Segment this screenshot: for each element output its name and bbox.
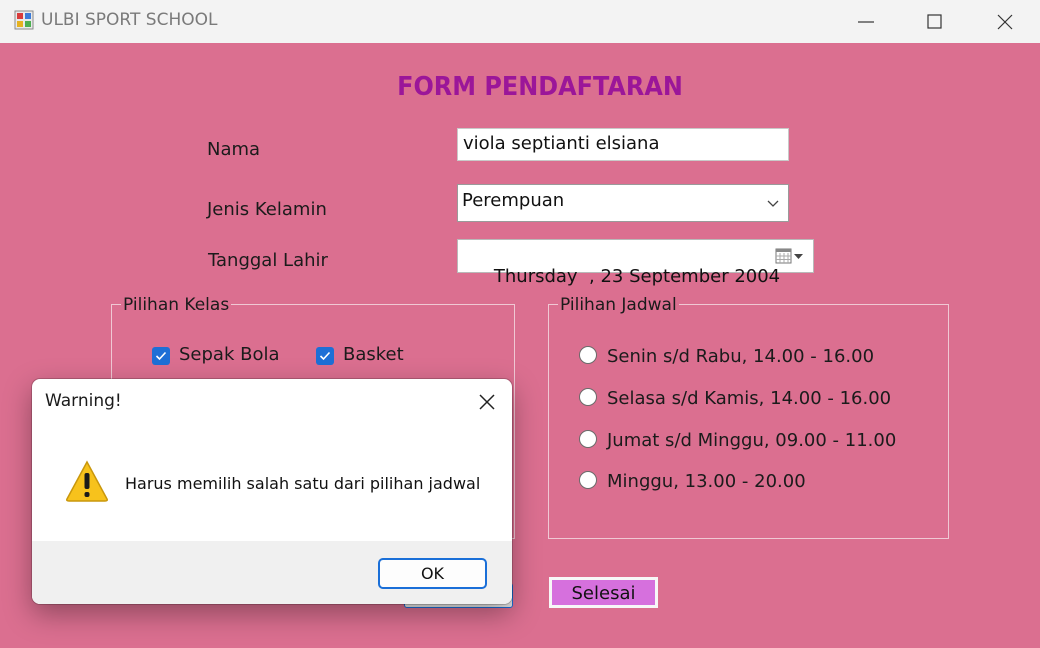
jadwal-option-label[interactable]: Selasa s/d Kamis, 14.00 - 16.00	[607, 388, 891, 409]
warning-icon	[66, 460, 108, 502]
sepak-bola-checkbox[interactable]	[152, 347, 170, 365]
pilihan-jadwal-group	[548, 304, 949, 539]
nama-label: Nama	[207, 139, 261, 160]
jadwal-option-label[interactable]: Senin s/d Rabu, 14.00 - 16.00	[607, 346, 874, 367]
checkmark-icon	[155, 351, 167, 361]
checkmark-icon	[319, 351, 331, 361]
close-icon	[479, 394, 495, 410]
ok-button[interactable]: OK	[378, 558, 487, 589]
jadwal-radio-3[interactable]	[579, 430, 597, 448]
jadwal-radio-2[interactable]	[579, 388, 597, 406]
pilihan-kelas-legend: Pilihan Kelas	[121, 295, 232, 315]
minimize-icon	[858, 20, 874, 23]
app-icon	[14, 10, 34, 30]
jadwal-radio-4[interactable]	[579, 471, 597, 489]
warning-dialog: Warning! Harus memilih salah satu dari p…	[32, 379, 512, 604]
jadwal-option-label[interactable]: Jumat s/d Minggu, 09.00 - 11.00	[607, 430, 896, 451]
dialog-message: Harus memilih salah satu dari pilihan ja…	[125, 474, 481, 493]
jadwal-radio-1[interactable]	[579, 346, 597, 364]
dialog-title: Warning!	[45, 391, 122, 411]
jenis-kelamin-label: Jenis Kelamin	[207, 199, 327, 220]
tanggal-lahir-label: Tanggal Lahir	[208, 250, 328, 271]
form-title: FORM PENDAFTARAN	[397, 72, 683, 102]
tanggal-lahir-value: Thursday , 23 September 2004	[493, 266, 781, 287]
dialog-footer: OK	[32, 541, 512, 604]
jenis-kelamin-select[interactable]: Perempuan	[457, 184, 789, 222]
maximize-icon	[927, 13, 942, 29]
selesai-button[interactable]: Selesai	[549, 577, 658, 608]
minimize-button[interactable]	[831, 0, 901, 43]
maximize-button[interactable]	[900, 0, 970, 43]
basket-label[interactable]: Basket	[343, 344, 404, 365]
tanggal-lahir-datepicker[interactable]: Thursday , 23 September 2004	[457, 239, 814, 287]
jadwal-option-label[interactable]: Minggu, 13.00 - 20.00	[607, 471, 806, 492]
window-titlebar: ULBI SPORT SCHOOL	[0, 0, 1040, 43]
calendar-dropdown-icon[interactable]	[775, 247, 805, 265]
dialog-close-button[interactable]	[468, 383, 506, 421]
jenis-kelamin-value: Perempuan	[462, 190, 565, 211]
sepak-bola-label[interactable]: Sepak Bola	[179, 344, 280, 365]
nama-input[interactable]: viola septianti elsiana	[457, 128, 789, 161]
basket-checkbox[interactable]	[316, 347, 334, 365]
pilihan-jadwal-legend: Pilihan Jadwal	[558, 295, 679, 315]
chevron-down-icon	[767, 200, 779, 207]
close-window-button[interactable]	[970, 0, 1040, 43]
close-icon	[997, 14, 1013, 29]
window-title: ULBI SPORT SCHOOL	[41, 10, 218, 30]
